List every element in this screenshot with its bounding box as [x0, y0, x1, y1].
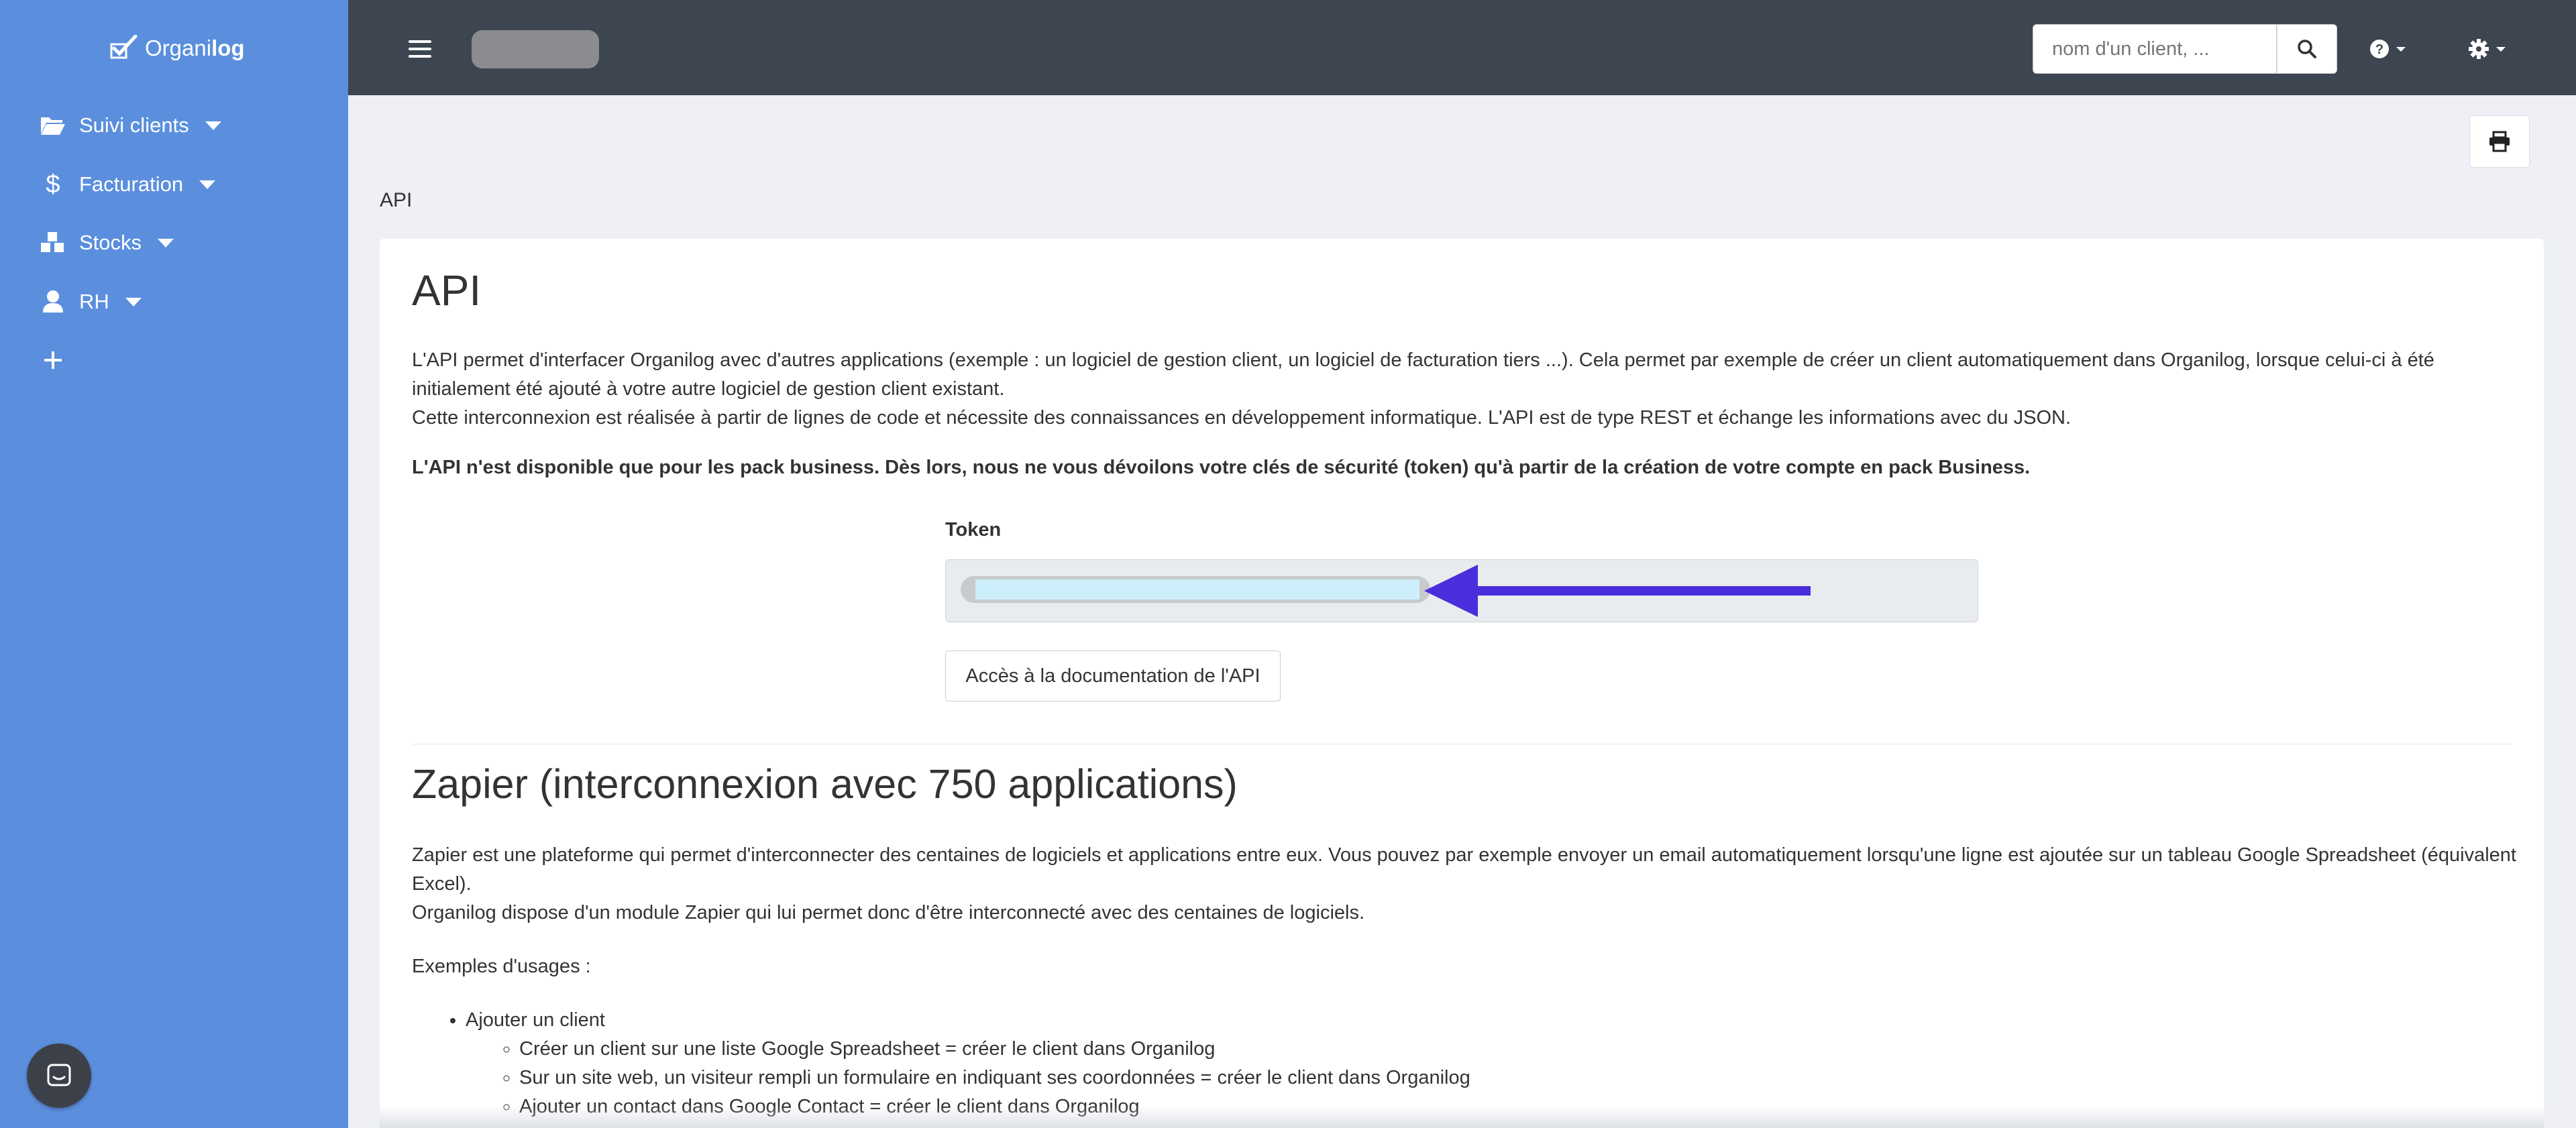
search-input[interactable]	[2033, 24, 2277, 74]
logo[interactable]: Organilog	[107, 31, 245, 66]
breadcrumb: API	[380, 189, 413, 211]
settings-menu-button[interactable]	[2468, 32, 2506, 66]
question-circle-icon: ?	[2370, 40, 2389, 58]
content-card: API L'API permet d'interfacer Organilog …	[380, 239, 2544, 1128]
logo-checkmark-icon	[110, 35, 138, 59]
logo-text: Organilog	[145, 36, 245, 60]
help-menu-button[interactable]: ?	[2369, 32, 2406, 66]
api-intro-line1: L'API permet d'interfacer Organilog avec…	[412, 349, 2434, 400]
list-item: Créer un client sur une liste Google Spr…	[519, 1035, 1470, 1064]
caret-down-icon	[2496, 46, 2506, 52]
folder-open-icon	[39, 112, 67, 139]
chevron-down-icon	[125, 297, 142, 306]
sidebar: Organilog Suivi clients $ Facturation St…	[0, 0, 348, 1128]
print-icon	[2489, 131, 2510, 152]
api-intro-line2: Cette interconnexion est réalisée à part…	[412, 407, 2072, 429]
zapier-intro-line1: Zapier est une plateforme qui permet d'i…	[412, 844, 2516, 895]
token-value-redacted	[961, 576, 1430, 603]
token-label: Token	[945, 519, 1002, 541]
scroll-fade	[380, 1105, 2544, 1128]
list-item: Sur un site web, un visiteur rempli un f…	[519, 1064, 1470, 1092]
cubes-icon	[39, 229, 67, 256]
sidebar-item-rh[interactable]: RH	[39, 282, 142, 322]
hamburger-menu-icon[interactable]	[409, 40, 431, 58]
sidebar-add-button[interactable]	[39, 340, 79, 380]
caret-down-icon	[2396, 46, 2406, 52]
plus-icon	[39, 347, 67, 374]
sidebar-item-label: Suivi clients	[79, 113, 189, 137]
zapier-intro-line2: Organilog dispose d'un module Zapier qui…	[412, 902, 1365, 923]
chat-icon	[47, 1064, 71, 1086]
chevron-down-icon	[199, 180, 216, 189]
api-title: API	[412, 266, 482, 315]
dollar-icon: $	[46, 170, 60, 199]
print-button[interactable]	[2469, 115, 2530, 168]
topbar: ?	[348, 0, 2576, 95]
sidebar-item-label: Facturation	[79, 172, 184, 196]
search-button[interactable]	[2277, 24, 2337, 74]
svg-text:?: ?	[2375, 42, 2383, 57]
examples-list: Ajouter un client Créer un client sur un…	[412, 1006, 1470, 1121]
user-icon	[39, 288, 67, 315]
sidebar-item-suivi-clients[interactable]: Suivi clients	[39, 105, 221, 146]
chevron-down-icon	[158, 238, 174, 247]
annotation-arrow	[1424, 565, 1811, 617]
list-item: Ajouter un client Créer un client sur un…	[466, 1006, 1470, 1121]
examples-label: Exemples d'usages :	[412, 956, 591, 977]
search-icon	[2298, 40, 2316, 58]
zapier-title: Zapier (interconnexion avec 750 applicat…	[412, 761, 1238, 807]
chat-button[interactable]	[27, 1044, 91, 1108]
sidebar-item-facturation[interactable]: $ Facturation	[39, 164, 216, 205]
api-documentation-button[interactable]: Accès à la documentation de l'API	[945, 651, 1281, 701]
chevron-down-icon	[205, 121, 221, 130]
sidebar-item-label: Stocks	[79, 231, 142, 254]
sidebar-item-stocks[interactable]: Stocks	[39, 223, 174, 263]
gear-icon	[2469, 39, 2489, 59]
sidebar-item-label: RH	[79, 290, 109, 313]
api-notice: L'API n'est disponible que pour les pack…	[412, 457, 2031, 478]
redacted-pill	[472, 30, 599, 68]
